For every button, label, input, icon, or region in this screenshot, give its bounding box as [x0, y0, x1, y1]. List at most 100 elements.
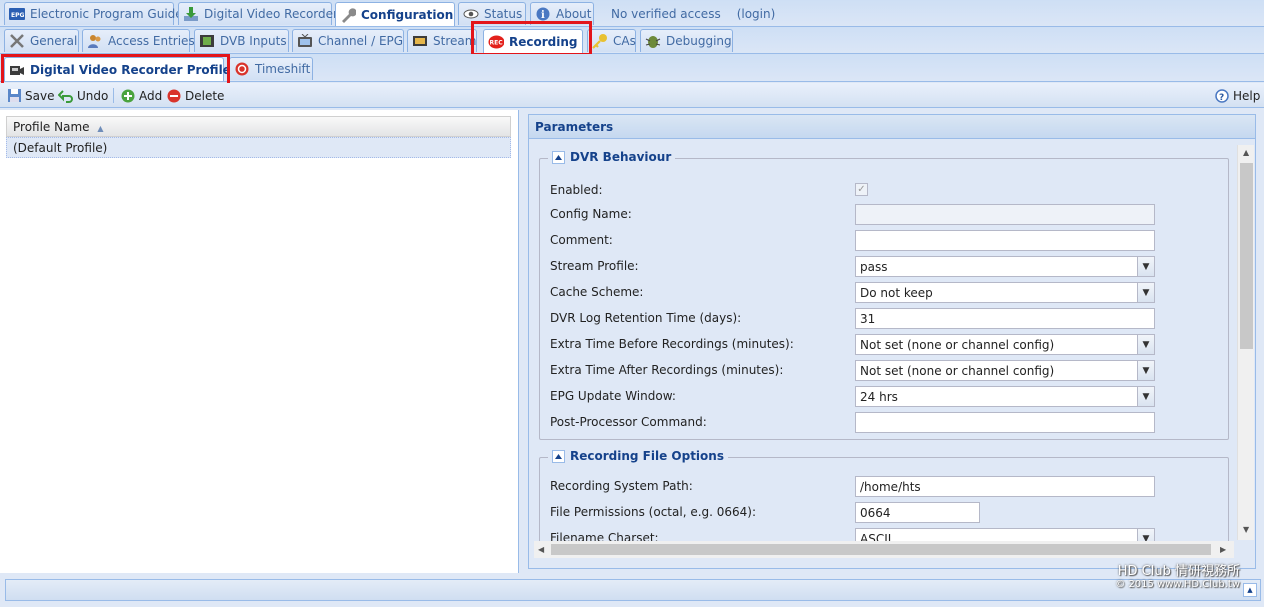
epg-icon: EPG [9, 6, 25, 22]
tab-about-label: About [556, 7, 592, 21]
scroll-down-icon[interactable]: ▼ [1243, 525, 1249, 534]
status-bar: ▲ [5, 579, 1261, 601]
tab-configuration[interactable]: Configuration [335, 2, 455, 26]
tab-cas[interactable]: CAs [587, 29, 636, 52]
comment-label: Comment: [550, 233, 613, 247]
add-button-label: Add [139, 88, 163, 103]
tab-dvr-profiles[interactable]: Digital Video Recorder Profiles [4, 57, 238, 81]
post-processor-field[interactable] [855, 412, 1155, 433]
chevron-down-icon[interactable]: ▼ [1137, 387, 1154, 406]
delete-button[interactable]: Delete [166, 87, 224, 104]
epg-window-row: EPG Update Window: 24 hrs ▼ [550, 386, 1220, 408]
add-icon [120, 88, 136, 104]
tab-timeshift-label: Timeshift [255, 62, 311, 76]
extra-before-select[interactable]: Not set (none or channel config) ▼ [855, 334, 1155, 355]
tab-access-entries[interactable]: Access Entries [82, 29, 195, 52]
svg-text:REC: REC [490, 39, 504, 46]
extra-before-value: Not set (none or channel config) [860, 338, 1055, 352]
stream-profile-value: pass [860, 260, 888, 274]
chevron-down-icon[interactable]: ▼ [1137, 257, 1154, 276]
extra-after-select[interactable]: Not set (none or channel config) ▼ [855, 360, 1155, 381]
add-button[interactable]: Add [120, 87, 162, 104]
scroll-right-icon[interactable]: ▶ [1220, 545, 1226, 554]
recording-tab-bar: Digital Video Recorder Profiles Timeshif… [0, 54, 1264, 82]
scroll-up-icon[interactable]: ▲ [1243, 148, 1249, 157]
delete-button-label: Delete [185, 88, 225, 103]
login-link[interactable]: (login) [737, 7, 776, 21]
system-path-label: Recording System Path: [550, 479, 693, 493]
tab-debugging-label: Debugging [666, 34, 732, 48]
tab-dvb-inputs[interactable]: DVB Inputs [194, 29, 289, 52]
collapse-icon[interactable] [552, 449, 565, 463]
comment-field[interactable] [855, 230, 1155, 251]
key-icon [592, 33, 608, 49]
horizontal-scroll-thumb[interactable] [551, 544, 1211, 555]
file-options-legend: Recording File Options [548, 449, 728, 463]
chevron-down-icon[interactable]: ▼ [1137, 361, 1154, 380]
log-retention-label: DVR Log Retention Time (days): [550, 311, 742, 325]
stream-profile-label: Stream Profile: [550, 259, 639, 273]
vertical-scroll-thumb[interactable] [1240, 163, 1253, 349]
scroll-left-icon[interactable]: ◀ [538, 545, 544, 554]
tab-about[interactable]: i About [530, 2, 594, 25]
main-tab-bar: EPG Electronic Program Guide Digital Vid… [0, 0, 1264, 27]
config-name-row: Config Name: [550, 204, 1220, 226]
tab-stream-label: Stream [433, 34, 477, 48]
collapse-icon[interactable] [552, 150, 565, 164]
tv-icon [297, 33, 313, 49]
undo-button-label: Undo [77, 88, 109, 103]
svg-text:?: ? [1219, 93, 1224, 103]
tab-dvr[interactable]: Digital Video Recorder [178, 2, 338, 25]
cache-scheme-label: Cache Scheme: [550, 285, 644, 299]
dvr-behaviour-title: DVR Behaviour [570, 150, 672, 164]
help-button-label: Help [1233, 88, 1261, 103]
system-path-row: Recording System Path: /home/hts [550, 476, 1220, 498]
extra-after-label: Extra Time After Recordings (minutes): [550, 363, 784, 377]
save-button-label: Save [25, 88, 55, 103]
undo-button[interactable]: Undo [58, 87, 108, 104]
file-options-title: Recording File Options [570, 449, 724, 463]
expand-up-icon[interactable]: ▲ [1243, 583, 1257, 597]
epg-window-select[interactable]: 24 hrs ▼ [855, 386, 1155, 407]
chevron-down-icon[interactable]: ▼ [1137, 335, 1154, 354]
tab-epg[interactable]: EPG Electronic Program Guide [4, 2, 183, 25]
stream-profile-select[interactable]: pass ▼ [855, 256, 1155, 277]
tab-general[interactable]: General [4, 29, 79, 52]
tab-timeshift[interactable]: Timeshift [229, 57, 313, 80]
log-retention-field[interactable]: 31 [855, 308, 1155, 329]
profile-grid: Profile Name ▲ (Default Profile) [0, 110, 519, 573]
tab-stream[interactable]: Stream [407, 29, 477, 52]
profile-name-column-header[interactable]: Profile Name ▲ [6, 116, 511, 137]
tab-dvr-profiles-label: Digital Video Recorder Profiles [30, 62, 238, 77]
system-path-field[interactable]: /home/hts [855, 476, 1155, 497]
tab-debugging[interactable]: Debugging [640, 29, 733, 52]
enabled-checkbox[interactable]: ✓ [855, 183, 868, 196]
svg-text:EPG: EPG [11, 12, 24, 19]
chevron-down-icon[interactable]: ▼ [1137, 283, 1154, 302]
access-status: No verified access (login) [607, 2, 781, 25]
tab-configuration-label: Configuration [361, 7, 454, 22]
config-name-label: Config Name: [550, 207, 632, 221]
info-icon: i [535, 6, 551, 22]
vertical-scrollbar[interactable]: ▲ ▼ [1237, 145, 1254, 540]
tab-recording[interactable]: REC Recording [483, 29, 583, 53]
wrench-icon [340, 7, 356, 23]
config-name-field[interactable] [855, 204, 1155, 225]
cache-scheme-select[interactable]: Do not keep ▼ [855, 282, 1155, 303]
permissions-field[interactable]: 0664 [855, 502, 980, 523]
profile-name-column-label: Profile Name [13, 120, 90, 134]
undo-icon [58, 88, 74, 104]
watermark: HD Club 情研視務所 © 2015 www.HD.Club.tw [1115, 560, 1240, 590]
tab-status[interactable]: Status [458, 2, 526, 25]
table-row[interactable]: (Default Profile) [6, 137, 511, 158]
permissions-row: File Permissions (octal, e.g. 0664): 066… [550, 502, 1220, 524]
help-button[interactable]: ? Help [1214, 87, 1260, 104]
save-button[interactable]: Save [6, 87, 54, 104]
dvr-behaviour-legend: DVR Behaviour [548, 150, 676, 164]
svg-text:i: i [541, 10, 545, 21]
horizontal-scrollbar[interactable]: ◀ ▶ [534, 541, 1234, 558]
parameters-title: Parameters [529, 115, 1255, 139]
tab-channel-epg[interactable]: Channel / EPG [292, 29, 404, 52]
stream-icon [412, 33, 428, 49]
enabled-label: Enabled: [550, 183, 603, 197]
